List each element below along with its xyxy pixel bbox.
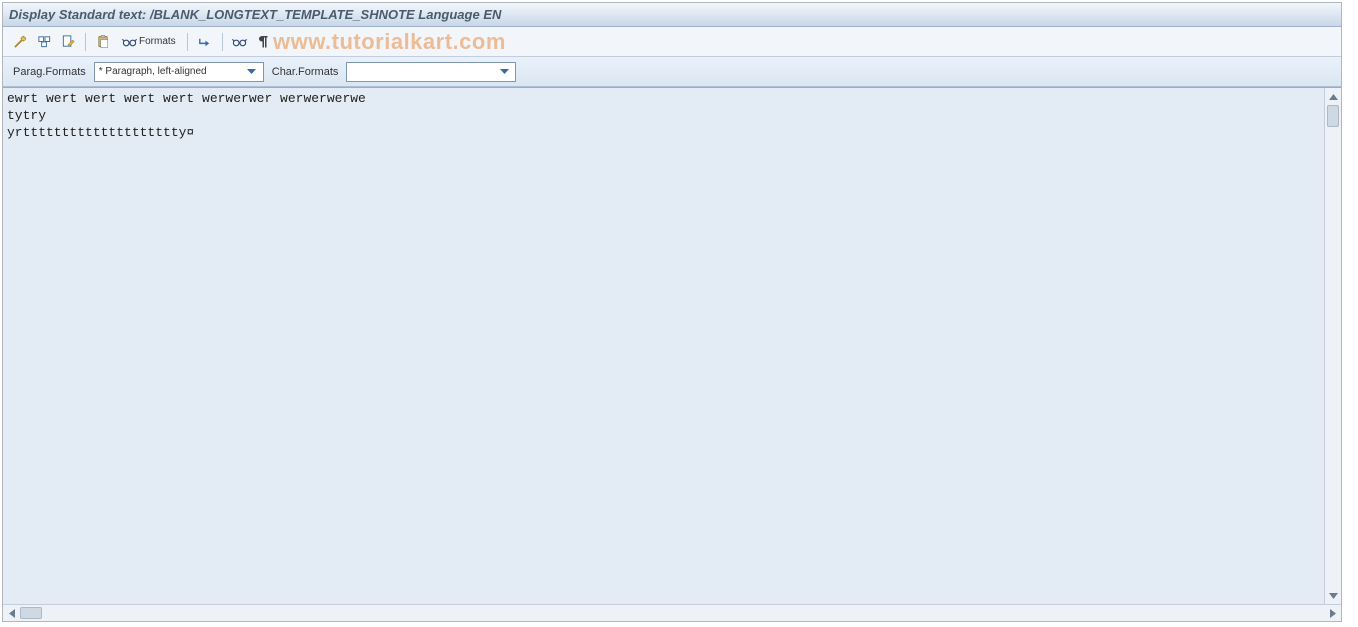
chevron-down-icon	[245, 69, 259, 75]
main-toolbar: Formats www.tutorialkart.com	[3, 27, 1341, 57]
scroll-down-button[interactable]	[1325, 587, 1341, 604]
parag-formats-value: * Paragraph, left-aligned	[99, 66, 245, 77]
char-formats-combo[interactable]	[346, 62, 516, 82]
char-formats-label: Char.Formats	[272, 66, 339, 78]
chevron-down-icon	[497, 69, 511, 75]
formats-label: Formats	[139, 36, 176, 47]
format-bar: Parag.Formats * Paragraph, left-aligned …	[3, 57, 1341, 87]
boxes-icon	[36, 34, 52, 50]
title-bar: Display Standard text: /BLANK_LONGTEXT_T…	[3, 3, 1341, 27]
clipboard-icon	[95, 34, 111, 50]
toolbar-sep-2	[187, 33, 188, 51]
hscroll-track[interactable]	[20, 605, 1324, 621]
edit-doc-button[interactable]	[57, 31, 79, 53]
glasses-icon	[121, 34, 137, 50]
vscroll-thumb[interactable]	[1327, 105, 1339, 127]
boxes-button[interactable]	[33, 31, 55, 53]
wand-button[interactable]	[9, 31, 31, 53]
app-window: Display Standard text: /BLANK_LONGTEXT_T…	[2, 2, 1342, 622]
watermark: www.tutorialkart.com	[273, 29, 506, 55]
enter-arrow-icon	[197, 34, 213, 50]
pilcrow-icon	[256, 34, 272, 50]
formats-button[interactable]: Formats	[116, 31, 181, 53]
scroll-right-button[interactable]	[1324, 605, 1341, 621]
parag-formats-combo[interactable]: * Paragraph, left-aligned	[94, 62, 264, 82]
toolbar-sep-1	[85, 33, 86, 51]
wand-icon	[12, 34, 28, 50]
toolbar-sep-3	[222, 33, 223, 51]
hscroll-thumb[interactable]	[20, 607, 42, 619]
glasses-icon-2	[232, 34, 248, 50]
text-editor[interactable]: ewrt wert wert wert wert werwerwer werwe…	[3, 88, 1324, 604]
scroll-up-button[interactable]	[1325, 88, 1341, 105]
horizontal-scrollbar[interactable]	[3, 604, 1341, 621]
vertical-scrollbar[interactable]	[1324, 88, 1341, 604]
paragraph-mark-button[interactable]	[253, 31, 275, 53]
scroll-left-button[interactable]	[3, 605, 20, 621]
edit-doc-icon	[60, 34, 76, 50]
window-title: Display Standard text: /BLANK_LONGTEXT_T…	[9, 7, 501, 22]
enter-arrow-button[interactable]	[194, 31, 216, 53]
vscroll-track[interactable]	[1325, 105, 1341, 587]
glasses-button[interactable]	[229, 31, 251, 53]
editor-area: ewrt wert wert wert wert werwerwer werwe…	[3, 87, 1341, 621]
editor-body: ewrt wert wert wert wert werwerwer werwe…	[3, 88, 1341, 604]
parag-formats-label: Parag.Formats	[13, 66, 86, 78]
paste-button[interactable]	[92, 31, 114, 53]
